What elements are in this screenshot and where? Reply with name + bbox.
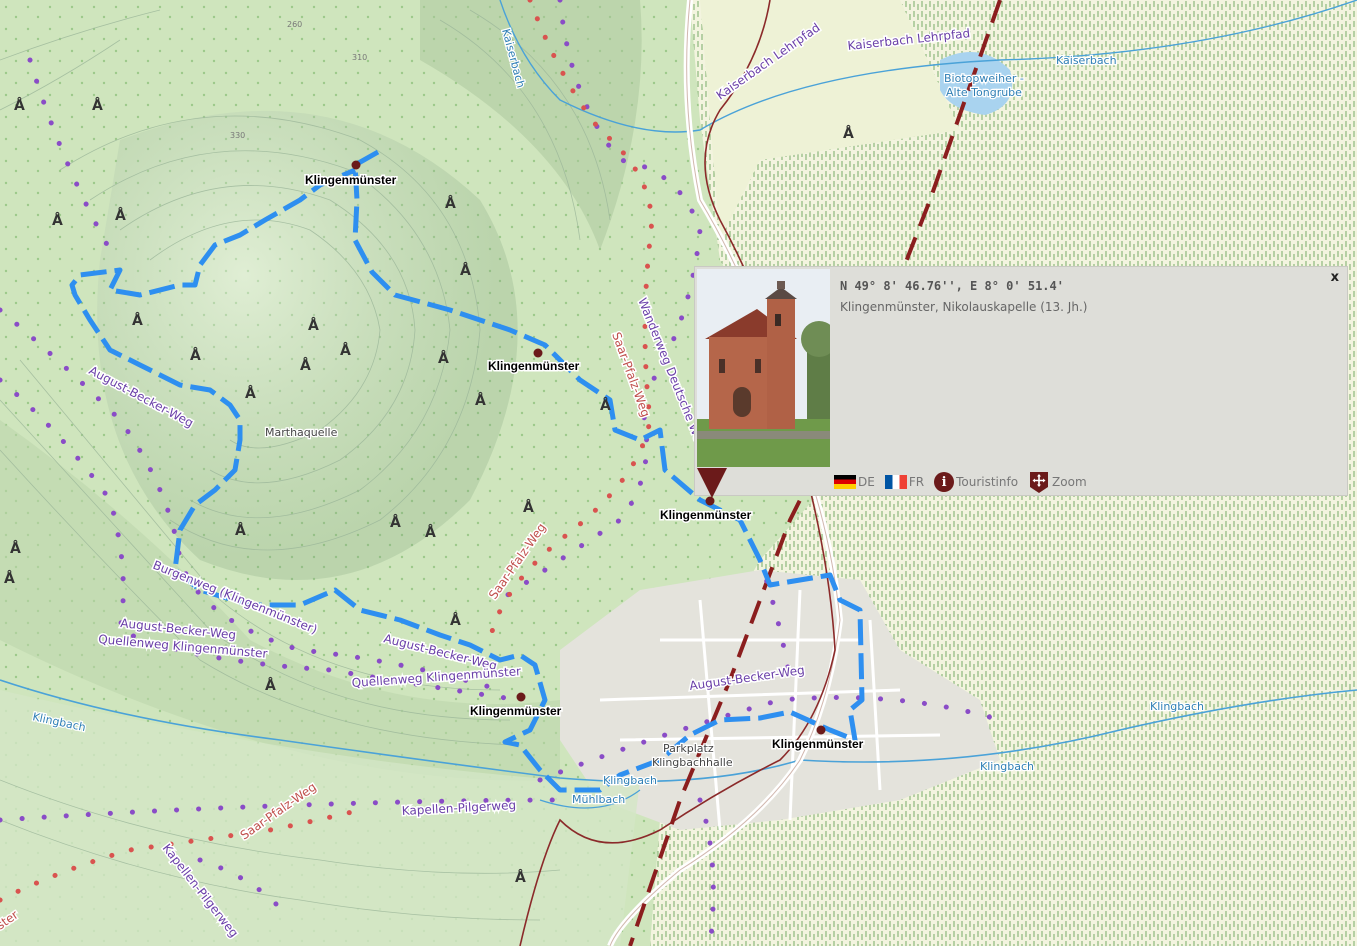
label-biotopweiher-1: Biotopweiher - [944, 72, 1024, 85]
info-popup: N 49° 8' 46.76'', E 8° 0' 51.4' Klingenm… [694, 266, 1348, 496]
place-marker-5[interactable] [816, 725, 826, 735]
place-label-3: Klingenmünster [660, 508, 752, 522]
label-marthaquelle: Marthaquelle [265, 426, 338, 439]
svg-text:Å: Å [14, 97, 25, 114]
popup-pointer [697, 468, 727, 498]
svg-text:Å: Å [245, 385, 256, 402]
svg-text:Å: Å [523, 499, 534, 516]
popup-description: Klingenmünster, Nikolauskapelle (13. Jh.… [840, 300, 1088, 314]
contour-label-310: 310 [352, 53, 367, 62]
popup-actions: DE FR i Touristinfo Zoom [830, 469, 1344, 495]
svg-text:Å: Å [300, 357, 311, 374]
svg-text:Å: Å [52, 212, 63, 229]
label-klingbach-east-2: Klingbach [1150, 700, 1204, 713]
contour-label-260: 260 [287, 20, 302, 29]
label-klingbach-east-1: Klingbach [980, 760, 1034, 773]
svg-text:Å: Å [843, 125, 854, 142]
zoom-link[interactable]: Zoom [1028, 470, 1087, 494]
lang-de-label: DE [858, 475, 875, 489]
place-label-4: Klingenmünster [470, 704, 562, 718]
svg-text:Å: Å [308, 317, 319, 334]
svg-text:Å: Å [475, 392, 486, 409]
contour-label-330: 330 [230, 131, 245, 140]
svg-text:Å: Å [115, 207, 126, 224]
label-biotopweiher-2: Alte Tongrube [946, 86, 1022, 99]
place-label-5: Klingenmünster [772, 737, 864, 751]
label-kaiserbach-east: Kaiserbach [1056, 54, 1117, 67]
svg-text:Å: Å [460, 262, 471, 279]
svg-text:Å: Å [340, 342, 351, 359]
flag-de-icon [834, 475, 856, 489]
label-muehlbach: Mühlbach [572, 793, 625, 806]
place-label-2: Klingenmünster [488, 359, 580, 373]
lang-de-link[interactable]: DE [834, 475, 875, 489]
label-parkplatz: Parkplatz [663, 742, 714, 755]
label-klingbach-center: Klingbach [603, 774, 657, 787]
zoom-label: Zoom [1052, 475, 1087, 489]
lang-fr-label: FR [908, 475, 925, 489]
svg-text:Å: Å [132, 312, 143, 329]
svg-text:Å: Å [438, 350, 449, 367]
touristinfo-label: Touristinfo [956, 475, 1019, 489]
flag-fr-icon [884, 475, 907, 489]
svg-text:Å: Å [265, 677, 276, 694]
label-klingbachhalle: Klingbachhalle [652, 756, 733, 769]
svg-text:Å: Å [425, 524, 436, 541]
svg-text:Å: Å [4, 570, 15, 587]
touristinfo-link[interactable]: i Touristinfo [934, 472, 1018, 492]
svg-text:Å: Å [600, 397, 611, 414]
popup-coordinates: N 49° 8' 46.76'', E 8° 0' 51.4' [840, 279, 1064, 293]
chapel-photo [697, 269, 830, 467]
svg-text:Å: Å [515, 869, 526, 886]
close-button[interactable]: x [1331, 270, 1339, 285]
svg-text:Å: Å [190, 347, 201, 364]
place-marker-1[interactable] [351, 160, 361, 170]
info-icon: i [934, 472, 955, 492]
svg-text:Å: Å [445, 195, 456, 212]
place-marker-4[interactable] [516, 692, 526, 702]
svg-text:Å: Å [235, 522, 246, 539]
zoom-icon [1030, 472, 1049, 493]
place-label-1: Klingenmünster [305, 173, 397, 187]
lang-fr-link[interactable]: FR [884, 475, 925, 489]
svg-text:Å: Å [390, 514, 401, 531]
svg-text:Å: Å [450, 612, 461, 629]
svg-text:Å: Å [10, 540, 21, 557]
place-marker-2[interactable] [533, 348, 543, 358]
svg-text:Å: Å [92, 97, 103, 114]
